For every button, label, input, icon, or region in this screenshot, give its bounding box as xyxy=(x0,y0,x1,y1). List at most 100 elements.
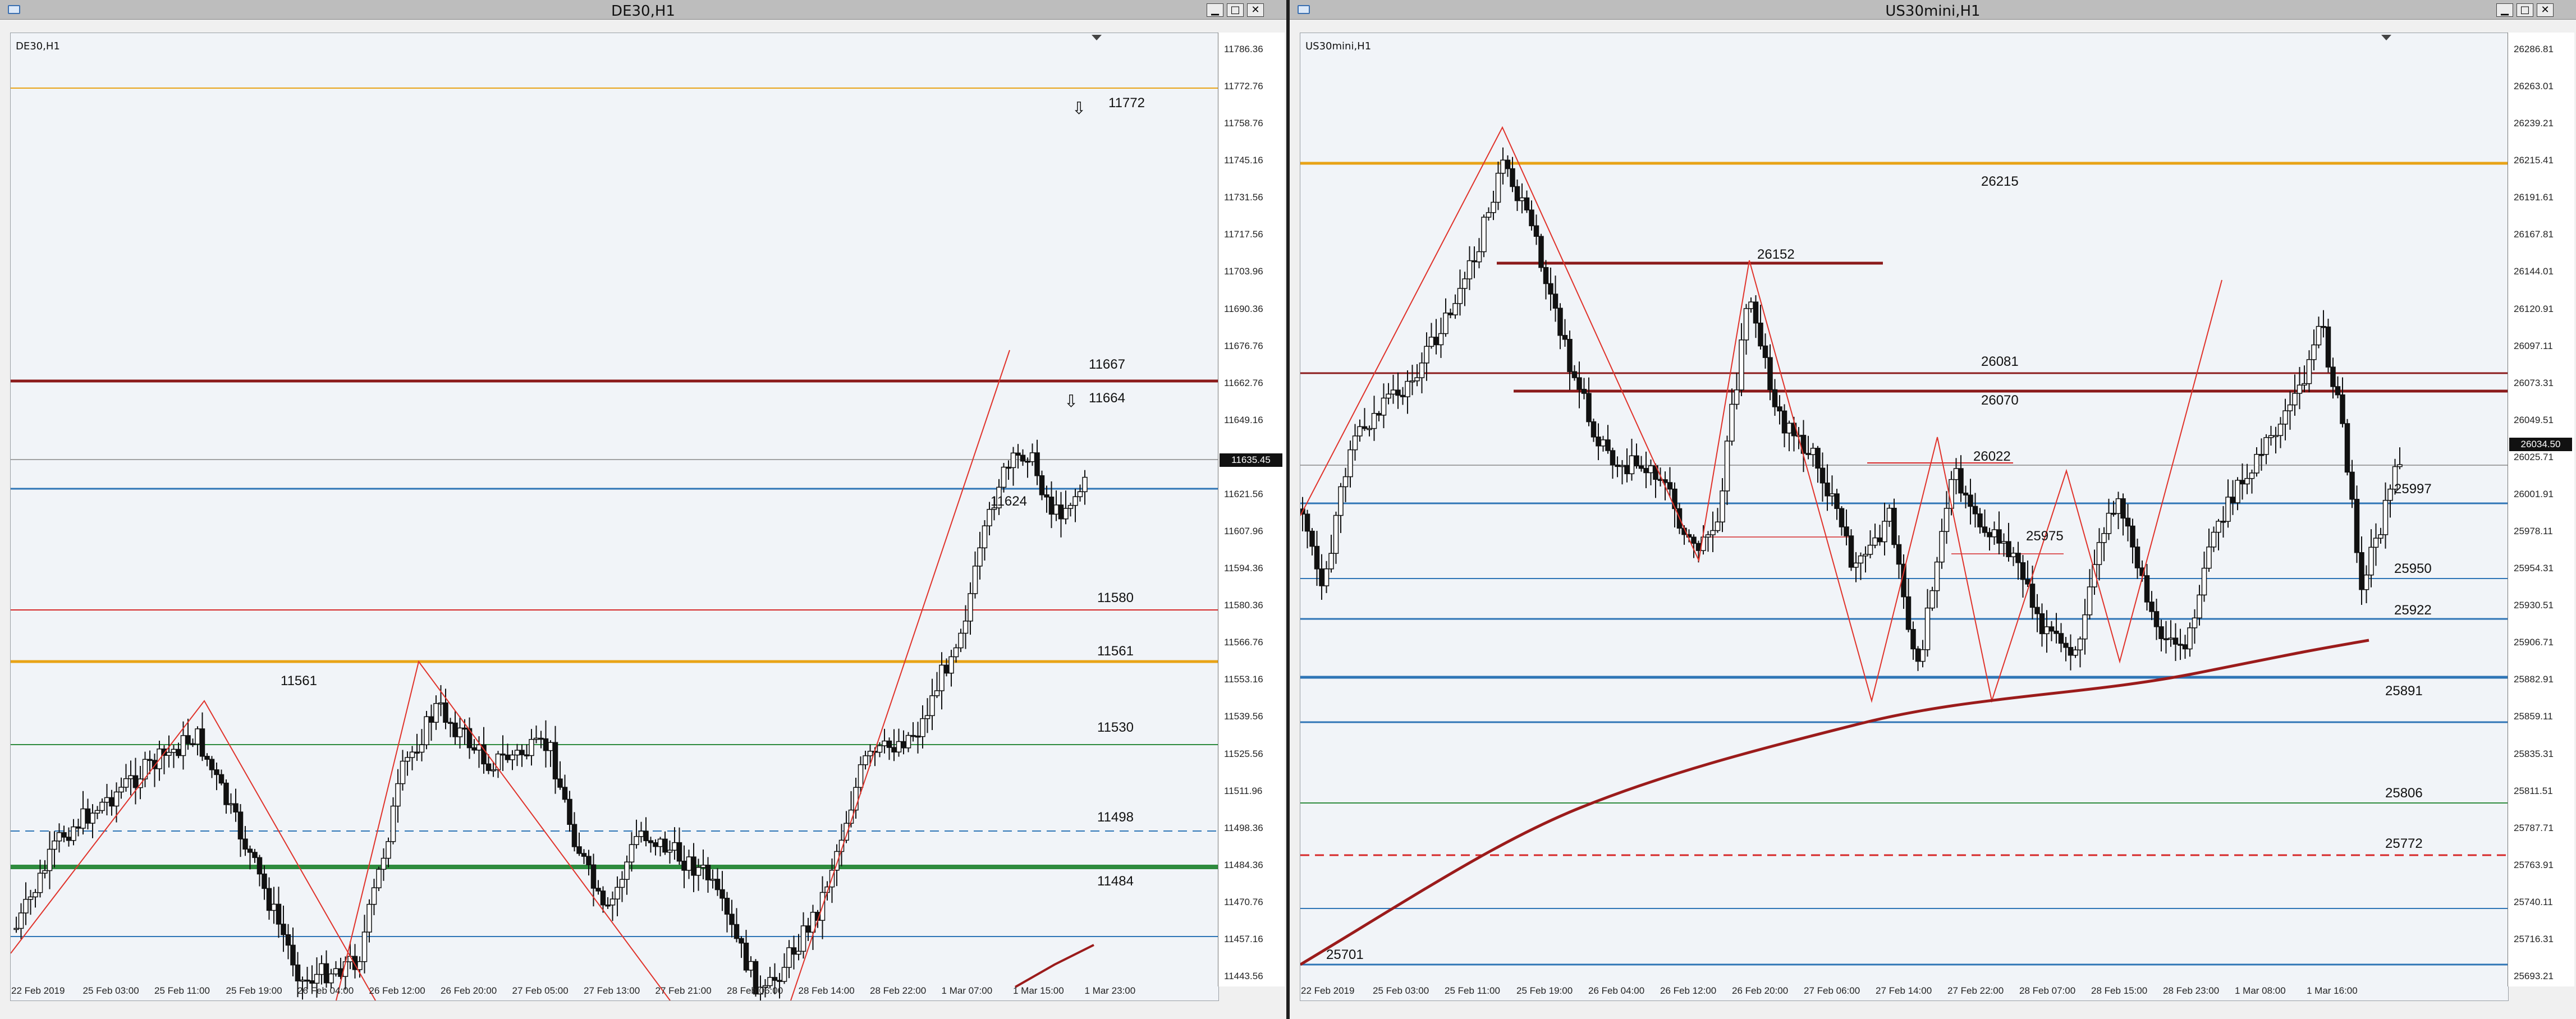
price-tick-label: 11484.36 xyxy=(1224,859,1263,870)
close-button[interactable]: ✕ xyxy=(2537,3,2554,17)
candle-body xyxy=(1815,448,1821,469)
candle-body xyxy=(171,749,177,753)
maximize-button[interactable]: □ xyxy=(2517,3,2533,17)
candle-body xyxy=(2015,553,2021,563)
candle-body xyxy=(1729,403,1735,442)
candle-body xyxy=(1767,357,1773,391)
candle-body xyxy=(262,873,267,889)
candle-body xyxy=(237,811,244,839)
maximize-button[interactable]: □ xyxy=(1227,3,1244,17)
candle-body xyxy=(233,803,239,813)
candle-body xyxy=(1571,371,1578,378)
candle-body xyxy=(1347,449,1353,478)
time-axis[interactable]: 22 Feb 2019 25 Feb 03:00 25 Feb 11:00 25 Fe… xyxy=(1300,983,2508,1000)
candle-body xyxy=(2087,586,2093,616)
level-label: 11484 xyxy=(1097,874,1134,889)
chart-symbol-label: US30mini,H1 xyxy=(1305,40,1372,52)
close-button[interactable]: ✕ xyxy=(1247,3,1264,17)
candle-body xyxy=(2115,498,2121,514)
candle-body xyxy=(1648,465,1654,474)
price-tick-label: 11662.76 xyxy=(1224,377,1263,388)
candle-body xyxy=(700,865,706,868)
candle-body xyxy=(1848,535,1854,568)
window-titlebar[interactable]: DE30,H1 ▁ □ ✕ xyxy=(0,0,1286,20)
price-tick-label: 11594.36 xyxy=(1224,563,1263,574)
candle-body xyxy=(1514,186,1520,201)
level-label: 11561 xyxy=(1097,644,1134,659)
candle-body xyxy=(147,759,153,761)
candle-body xyxy=(1048,497,1055,515)
candle-body xyxy=(256,857,263,875)
candle-body xyxy=(1972,506,1978,515)
candle-body xyxy=(2025,579,2030,585)
candle-body xyxy=(567,798,572,825)
chart-window-us30mini[interactable]: US30mini,H1 ▁ □ ✕ US30mini,H1 26215 2615… xyxy=(1290,0,2576,1019)
level-label: 25772 xyxy=(2385,836,2423,851)
chart-menu-arrow[interactable] xyxy=(2381,35,2391,40)
candle-body xyxy=(1376,413,1382,416)
candle-body xyxy=(2073,649,2078,656)
time-tick-label: 27 Feb 05:00 xyxy=(512,985,569,996)
candle-body xyxy=(1958,468,1964,494)
candle-body xyxy=(209,759,215,770)
candle-body xyxy=(1524,197,1530,210)
candle-body xyxy=(2373,538,2379,548)
candle-body xyxy=(1309,530,1315,547)
candle-body xyxy=(242,838,248,850)
candle-body xyxy=(714,879,721,891)
price-tick-label: 25763.91 xyxy=(2514,859,2554,870)
time-tick-label: 28 Feb 06:00 xyxy=(727,985,783,996)
window-titlebar[interactable]: US30mini,H1 ▁ □ ✕ xyxy=(1290,0,2576,20)
price-chart-area[interactable] xyxy=(10,33,1219,1001)
level-label: 11580 xyxy=(1097,590,1134,605)
candle-body xyxy=(1462,278,1468,289)
candle-body xyxy=(2120,498,2126,519)
price-tick-label: 11621.56 xyxy=(1224,488,1263,499)
candle-body xyxy=(1476,251,1482,263)
price-tick-label: 11470.76 xyxy=(1224,896,1263,907)
time-tick-label: 25 Feb 11:00 xyxy=(154,985,210,996)
time-axis[interactable]: 22 Feb 2019 25 Feb 03:00 25 Feb 11:00 25 Fe… xyxy=(10,983,1218,1000)
candle-body xyxy=(1934,561,1940,591)
chart-menu-arrow[interactable] xyxy=(1092,35,1102,40)
candle-body xyxy=(462,727,467,730)
candle-body xyxy=(2354,499,2360,553)
candle-body xyxy=(653,842,658,847)
price-chart-area[interactable] xyxy=(1300,33,2509,1001)
candle-body xyxy=(657,838,663,847)
candle-body xyxy=(1505,159,1511,169)
candle-body xyxy=(1634,455,1639,466)
candle-body xyxy=(1667,482,1673,490)
minimize-button[interactable]: ▁ xyxy=(1207,3,1223,17)
time-tick-label: 26 Feb 04:00 xyxy=(1588,985,1645,996)
candle-body xyxy=(23,899,29,914)
minimize-button[interactable]: ▁ xyxy=(2496,3,2513,17)
candle-body xyxy=(390,805,396,842)
candle-body xyxy=(1552,293,1559,309)
price-axis[interactable]: 26286.81 26263.01 26239.21 26215.41 26191.61… xyxy=(2508,33,2574,986)
candle-body xyxy=(2321,325,2326,328)
candle-body xyxy=(968,593,973,622)
level-label: 26081 xyxy=(1981,354,2019,369)
candle-body xyxy=(2001,541,2007,544)
candle-body xyxy=(1457,288,1463,304)
candle-body xyxy=(2387,488,2393,501)
time-tick-label: 28 Feb 14:00 xyxy=(798,985,855,996)
candle-body xyxy=(314,974,320,984)
price-tick-label: 26073.31 xyxy=(2514,377,2554,388)
candle-body xyxy=(405,757,410,762)
chart-window-de30[interactable]: DE30,H1 ▁ □ ✕ DE30,H1 11772 11667 11664 … xyxy=(0,0,1286,1019)
candle-body xyxy=(1053,504,1059,515)
candle-body xyxy=(1567,339,1573,373)
candle-body xyxy=(500,753,506,756)
candle-body xyxy=(319,963,324,975)
price-tick-label: 25954.31 xyxy=(2514,563,2554,574)
candle-body xyxy=(409,751,415,758)
candle-body xyxy=(2144,575,2150,603)
level-label: 26022 xyxy=(1973,449,2011,464)
candle-body xyxy=(1968,494,1973,507)
price-tick-label: 25716.31 xyxy=(2514,933,2554,944)
current-price-tag: 26034.50 xyxy=(2509,438,2572,451)
candle-body xyxy=(529,738,534,756)
price-axis[interactable]: 11786.36 11772.76 11758.76 11745.16 11731.56… xyxy=(1218,33,1285,986)
